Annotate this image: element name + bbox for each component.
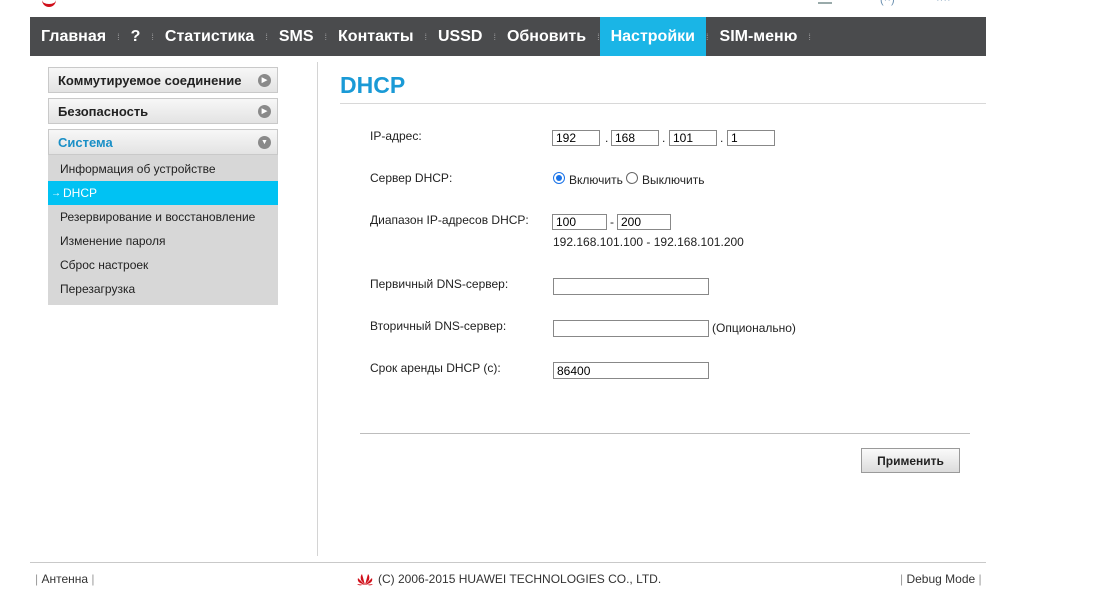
ip-octet-4-input[interactable] [727,130,775,146]
dhcp-server-label: Сервер DHCP: [370,171,453,185]
nav-statistics[interactable]: Статистика [154,17,265,56]
sidebar-section-dialup[interactable]: Коммутируемое соединение ▶ [48,67,278,93]
ip-dot: . [605,131,609,145]
footer-debug: | Debug Mode | [900,572,982,586]
dhcp-disable-radio[interactable] [626,172,638,184]
ip-address-label: IP-адрес: [370,129,422,143]
dhcp-range-label: Диапазон IP-адресов DHCP: [370,213,529,227]
top-link-fragment[interactable]: (··) [880,0,895,6]
ip-dot: . [662,131,666,145]
sidebar-item-device-info[interactable]: Информация об устройстве [48,157,278,181]
arrow-right-icon: → [51,187,61,199]
footer-pipe: | [975,572,982,586]
dhcp-enable-label: Включить [569,173,623,187]
range-start-input[interactable] [552,214,607,230]
range-dash: - [610,215,614,229]
nav-ussd[interactable]: USSD [427,17,493,56]
huawei-logo-icon [357,574,373,586]
title-divider [340,103,986,104]
ip-octet-2-input[interactable] [611,130,659,146]
top-status-icon [818,0,832,4]
sidebar-item-reboot[interactable]: Перезагрузка [48,277,278,301]
ip-dot: . [720,131,724,145]
nav-contacts[interactable]: Контакты [327,17,424,56]
footer-antenna: | Антенна | [35,572,95,586]
dhcp-enable-radio[interactable] [553,172,565,184]
sidebar-item-label: DHCP [63,186,98,200]
nav-separator: ⁞ [808,31,811,42]
copyright-text: (C) 2006-2015 HUAWEI TECHNOLOGIES CO., L… [378,572,662,586]
sidebar-item-backup[interactable]: Резервирование и восстановление [48,205,278,229]
apply-button[interactable]: Применить [861,448,960,473]
nav-sim-menu[interactable]: SIM-меню [709,17,809,56]
expand-arrow-icon: ▶ [258,74,271,87]
collapse-arrow-icon: ▼ [258,136,271,149]
nav-home[interactable]: Главная [30,17,117,56]
optional-note: (Опционально) [712,321,796,335]
lease-time-input[interactable] [553,362,709,379]
ip-octet-3-input[interactable] [669,130,717,146]
form-divider [360,433,970,434]
sidebar-item-reset[interactable]: Сброс настроек [48,253,278,277]
sidebar-item-dhcp[interactable]: → DHCP [48,181,278,205]
nav-settings[interactable]: Настройки [599,17,707,56]
nav-sms[interactable]: SMS [268,17,325,56]
system-submenu: Информация об устройстве → DHCP Резервир… [48,155,278,305]
ip-octet-1-input[interactable] [552,130,600,146]
sidebar-section-label: Безопасность [58,103,149,119]
top-strip: (··) ···· [0,0,1097,17]
page-title: DHCP [340,72,406,98]
secondary-dns-label: Вторичный DNS-сервер: [370,319,507,333]
footer-divider [30,562,986,563]
nav-update[interactable]: Обновить [496,17,597,56]
sidebar-section-label: Коммутируемое соединение [58,72,242,88]
primary-dns-label: Первичный DNS-сервер: [370,277,509,291]
footer-copyright: (C) 2006-2015 HUAWEI TECHNOLOGIES CO., L… [356,572,661,586]
primary-dns-input[interactable] [553,278,709,295]
antenna-link[interactable]: Антенна [41,572,88,586]
settings-sidebar: Коммутируемое соединение ▶ Безопасность … [48,67,278,305]
range-end-input[interactable] [617,214,671,230]
expand-arrow-icon: ▶ [258,105,271,118]
debug-mode-link[interactable]: Debug Mode [906,572,975,586]
secondary-dns-input[interactable] [553,320,709,337]
sidebar-section-system[interactable]: Система ▼ [48,129,278,155]
lease-time-label: Срок аренды DHCP (с): [370,361,501,375]
sidebar-section-security[interactable]: Безопасность ▶ [48,98,278,124]
huawei-logo-fragment [42,0,56,7]
dhcp-disable-label: Выключить [642,173,705,187]
top-link-fragment-2[interactable]: ···· [936,0,951,6]
sidebar-item-change-password[interactable]: Изменение пароля [48,229,278,253]
main-navigation: Главная ⁞ ? ⁞ Статистика ⁞ SMS ⁞ Контакт… [30,17,986,56]
dhcp-range-text: 192.168.101.100 - 192.168.101.200 [553,235,744,249]
footer-pipe: | [88,572,95,586]
sidebar-section-label: Система [58,134,113,150]
content-divider [317,62,318,556]
nav-help[interactable]: ? [120,17,152,56]
